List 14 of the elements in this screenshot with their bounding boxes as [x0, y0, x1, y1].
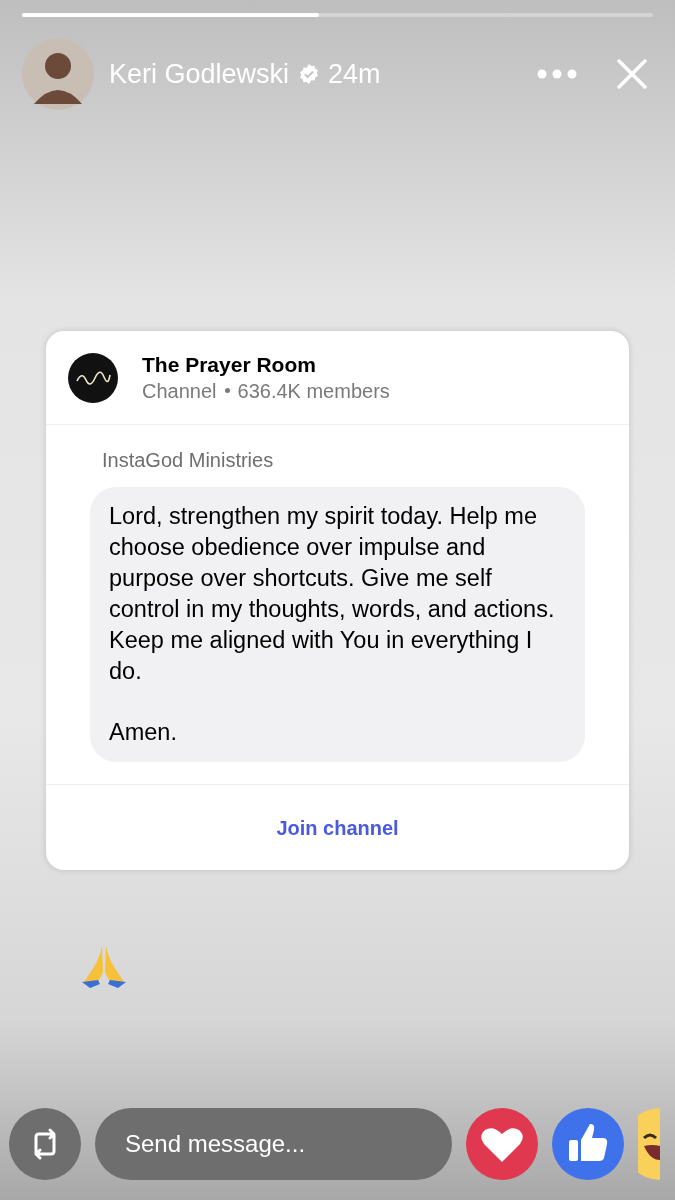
avatar[interactable] — [22, 38, 94, 110]
message-text: Amen. — [109, 718, 178, 747]
channel-name[interactable]: The Prayer Room — [142, 351, 390, 378]
laughing-reaction-icon[interactable] — [638, 1108, 660, 1180]
channel-logo — [68, 352, 118, 403]
like-reaction-icon[interactable] — [552, 1108, 624, 1180]
sender-name: InstaGod Ministries — [102, 448, 275, 473]
member-count: 636.4K members — [237, 378, 390, 404]
post-time: 24m — [328, 57, 381, 91]
channel-type: Channel — [142, 378, 217, 404]
join-channel-button[interactable]: Join channel — [268, 808, 407, 847]
message-field[interactable]: Send message... — [95, 1108, 452, 1180]
message-text: Lord, strengthen my spirit today. Help me choose obedience over impulse and purpose over shortcuts. Give me self control in my thoughts, words, and actions. Keep me aligned with You in everything I do. — [109, 502, 556, 686]
love-reaction-icon[interactable] — [466, 1108, 538, 1180]
